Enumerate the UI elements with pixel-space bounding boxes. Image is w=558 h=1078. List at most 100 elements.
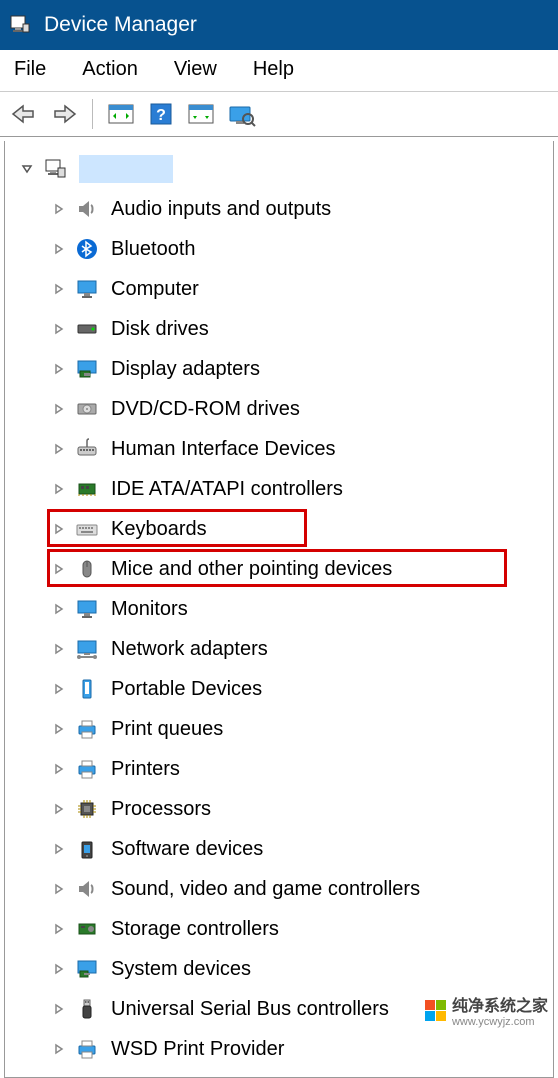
device-tree[interactable]: Audio inputs and outputs Bluetooth Compute…	[4, 141, 554, 1078]
expander-icon[interactable]	[51, 483, 67, 495]
device-category-network[interactable]: Network adapters	[7, 629, 551, 669]
expander-icon[interactable]	[51, 203, 67, 215]
device-label: Portable Devices	[111, 678, 262, 701]
menu-help[interactable]: Help	[253, 58, 294, 81]
cpu-icon	[73, 795, 101, 823]
monitor-icon	[73, 275, 101, 303]
device-label: IDE ATA/ATAPI controllers	[111, 478, 343, 501]
menubar: File Action View Help	[0, 50, 558, 92]
device-label: Disk drives	[111, 318, 209, 341]
expander-icon[interactable]	[51, 323, 67, 335]
device-label: System devices	[111, 958, 251, 981]
show-hide-console-button[interactable]	[103, 96, 139, 132]
device-category-mouse[interactable]: Mice and other pointing devices	[7, 549, 551, 589]
device-category-display[interactable]: Display adapters	[7, 349, 551, 389]
computer-root-icon	[41, 155, 69, 183]
expander-icon[interactable]	[51, 643, 67, 655]
device-label: Computer	[111, 278, 199, 301]
expander-icon[interactable]	[51, 963, 67, 975]
device-label: Sound, video and game controllers	[111, 878, 420, 901]
expander-icon[interactable]	[51, 763, 67, 775]
device-category-speaker[interactable]: Audio inputs and outputs	[7, 189, 551, 229]
watermark-logo-icon	[425, 1000, 446, 1021]
mouse-icon	[73, 555, 101, 583]
device-label: Bluetooth	[111, 238, 196, 261]
device-category-system[interactable]: System devices	[7, 949, 551, 989]
expander-icon[interactable]	[51, 883, 67, 895]
expander-icon[interactable]	[51, 443, 67, 455]
expander-icon[interactable]	[51, 843, 67, 855]
device-category-keyboard[interactable]: Keyboards	[7, 509, 551, 549]
window-titlebar: Device Manager	[0, 0, 558, 50]
watermark-text: 纯净系统之家	[452, 992, 548, 1016]
expander-icon[interactable]	[51, 723, 67, 735]
expander-icon[interactable]	[51, 923, 67, 935]
hid-icon	[73, 435, 101, 463]
help-button[interactable]: ?	[143, 96, 179, 132]
dvd-icon	[73, 395, 101, 423]
device-category-printer[interactable]: Print queues	[7, 709, 551, 749]
device-label: Monitors	[111, 598, 188, 621]
device-category-ide[interactable]: IDE ATA/ATAPI controllers	[7, 469, 551, 509]
device-label: Universal Serial Bus controllers	[111, 998, 389, 1021]
speaker-icon	[73, 195, 101, 223]
menu-file[interactable]: File	[14, 58, 46, 81]
expander-icon[interactable]	[51, 403, 67, 415]
bluetooth-icon	[73, 235, 101, 263]
root-label	[79, 155, 173, 183]
forward-button[interactable]	[46, 96, 82, 132]
expander-icon[interactable]	[51, 243, 67, 255]
portable-icon	[73, 675, 101, 703]
app-icon	[8, 13, 32, 37]
device-category-software[interactable]: Software devices	[7, 829, 551, 869]
device-label: Human Interface Devices	[111, 438, 336, 461]
expander-icon[interactable]	[51, 683, 67, 695]
printer-icon	[73, 755, 101, 783]
speaker-icon	[73, 875, 101, 903]
expander-icon[interactable]	[51, 1003, 67, 1015]
keyboard-icon	[73, 515, 101, 543]
menu-action[interactable]: Action	[82, 58, 138, 81]
toolbar: ?	[0, 92, 558, 137]
device-category-storage[interactable]: Storage controllers	[7, 909, 551, 949]
device-category-speaker[interactable]: Sound, video and game controllers	[7, 869, 551, 909]
display-icon	[73, 355, 101, 383]
expander-icon[interactable]	[51, 603, 67, 615]
expander-icon[interactable]	[51, 523, 67, 535]
device-label: DVD/CD-ROM drives	[111, 398, 300, 421]
back-button[interactable]	[6, 96, 42, 132]
device-category-bluetooth[interactable]: Bluetooth	[7, 229, 551, 269]
device-label: Printers	[111, 758, 180, 781]
device-category-hid[interactable]: Human Interface Devices	[7, 429, 551, 469]
system-icon	[73, 955, 101, 983]
svg-text:?: ?	[156, 107, 166, 124]
expander-icon[interactable]	[51, 803, 67, 815]
properties-button[interactable]	[183, 96, 219, 132]
device-label: Mice and other pointing devices	[111, 558, 392, 581]
storage-icon	[73, 915, 101, 943]
device-label: Network adapters	[111, 638, 268, 661]
device-label: Audio inputs and outputs	[111, 198, 331, 221]
expander-icon[interactable]	[51, 283, 67, 295]
menu-view[interactable]: View	[174, 58, 217, 81]
device-category-monitor[interactable]: Computer	[7, 269, 551, 309]
usb-icon	[73, 995, 101, 1023]
toolbar-separator	[92, 99, 93, 129]
device-category-portable[interactable]: Portable Devices	[7, 669, 551, 709]
expander-icon[interactable]	[19, 163, 35, 175]
network-icon	[73, 635, 101, 663]
device-category-cpu[interactable]: Processors	[7, 789, 551, 829]
expander-icon[interactable]	[51, 1043, 67, 1055]
device-label: Storage controllers	[111, 918, 279, 941]
expander-icon[interactable]	[51, 563, 67, 575]
expander-icon[interactable]	[51, 363, 67, 375]
device-category-printer[interactable]: Printers	[7, 749, 551, 789]
device-category-dvd[interactable]: DVD/CD-ROM drives	[7, 389, 551, 429]
tree-root[interactable]	[7, 149, 551, 189]
device-category-monitor2[interactable]: Monitors	[7, 589, 551, 629]
scan-hardware-button[interactable]	[223, 96, 259, 132]
device-category-printer[interactable]: WSD Print Provider	[7, 1029, 551, 1069]
printer-icon	[73, 715, 101, 743]
device-category-disk[interactable]: Disk drives	[7, 309, 551, 349]
device-label: Software devices	[111, 838, 263, 861]
